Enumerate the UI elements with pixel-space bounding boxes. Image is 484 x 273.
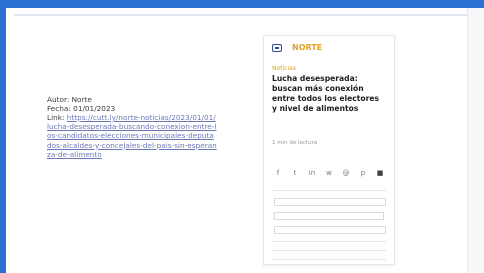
content-placeholder [274, 212, 384, 220]
divider [272, 241, 386, 242]
right-scroll-strip[interactable] [467, 8, 484, 273]
divider [272, 190, 386, 191]
content-placeholder [274, 226, 386, 234]
card-header: NORTE [272, 43, 386, 55]
date-line: Fecha: 01/01/2023 [47, 104, 116, 113]
article-card[interactable]: NORTE Noticias Lucha desesperada: buscan… [263, 35, 395, 265]
print-icon[interactable]: p [357, 168, 369, 178]
section-label: Noticias [272, 65, 296, 72]
linkedin-icon[interactable]: in [306, 168, 318, 178]
top-rule [14, 14, 468, 16]
divider [272, 259, 386, 260]
facebook-icon[interactable]: f [272, 168, 284, 178]
brand-name: NORTE [292, 43, 323, 52]
logo-icon [272, 44, 282, 52]
metadata-panel: Autor: Norte Fecha: 01/01/2023 Link: htt… [47, 95, 217, 159]
content-placeholder [274, 198, 386, 206]
twitter-icon[interactable]: t [289, 168, 301, 178]
byline: 1 min de lectura [272, 140, 318, 146]
whatsapp-icon[interactable]: w [323, 168, 335, 178]
bookmark-icon[interactable]: ■ [374, 168, 386, 178]
link-line: Link: https://cutt.ly/norte-noticias/202… [47, 113, 217, 159]
author-line: Autor: Norte [47, 95, 92, 104]
email-icon[interactable]: @ [340, 168, 352, 178]
share-row: f t in w @ p ■ [272, 167, 386, 179]
link-label: Link: [47, 113, 65, 122]
article-link[interactable]: https://cutt.ly/norte-noticias/2023/01/0… [47, 113, 217, 159]
headline[interactable]: Lucha desesperada: buscan más conexión e… [272, 74, 382, 114]
divider [272, 250, 386, 251]
